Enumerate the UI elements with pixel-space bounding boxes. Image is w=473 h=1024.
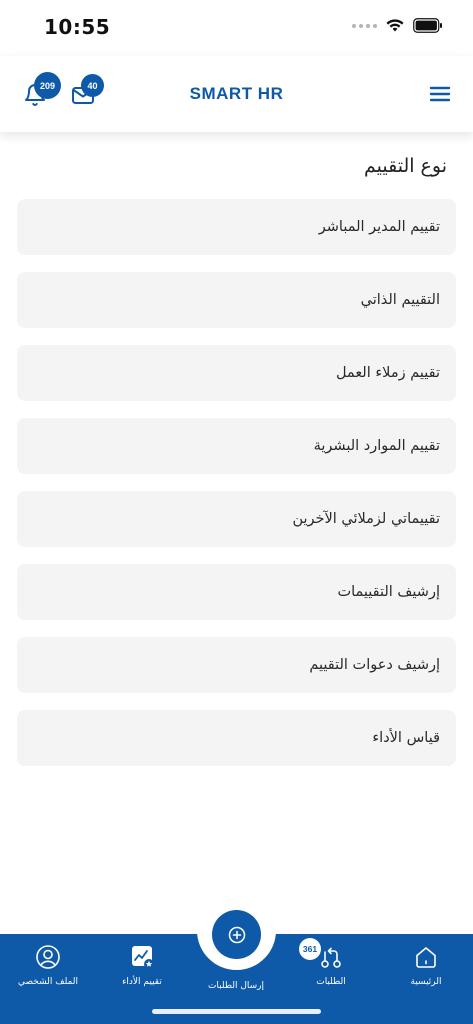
evaluation-type-my-evaluations-of-others[interactable]: تقييماتي لزملائي الآخرين [17, 491, 456, 547]
nav-home[interactable]: الرئيسية [381, 943, 471, 987]
page-title: نوع التقييم [363, 155, 447, 177]
app-title: SMART HR [189, 84, 284, 103]
plus-circle-icon [228, 926, 245, 943]
battery-icon [413, 18, 442, 33]
evaluation-type-performance-measurement[interactable]: قياس الأداء [17, 710, 456, 766]
signal-dots-icon [352, 23, 377, 28]
home-icon [416, 947, 436, 968]
evaluation-type-direct-manager[interactable]: تقييم المدير المباشر [17, 199, 456, 255]
evaluation-type-self[interactable]: التقييم الذاتي [17, 272, 456, 328]
git-compare-icon [321, 947, 341, 968]
evaluation-type-hr[interactable]: تقييم الموارد البشرية [17, 418, 456, 474]
status-time: 10:55 [44, 15, 111, 39]
home-indicator [152, 1009, 321, 1014]
list-item-label: التقييم الذاتي [360, 292, 440, 308]
evaluation-type-list: تقييم المدير المباشر التقييم الذاتي تقيي… [17, 199, 456, 783]
list-item-label: قياس الأداء [372, 730, 440, 746]
nav-performance-evaluation[interactable]: تقييم الأداء [97, 943, 187, 987]
nav-profile-label: الملف الشخصي [18, 977, 78, 987]
evaluation-type-archive[interactable]: إرشيف التقييمات [17, 564, 456, 620]
wifi-icon [386, 19, 404, 32]
list-item-label: إرشيف التقييمات [337, 584, 440, 600]
nav-send-requests[interactable]: إرسال الطلبات [191, 975, 281, 991]
nav-requests[interactable]: 361 الطلبات [286, 938, 376, 987]
list-item-label: تقييم المدير المباشر [318, 219, 440, 235]
user-circle-icon [36, 945, 60, 969]
send-request-button[interactable] [212, 910, 261, 959]
nav-send-label: إرسال الطلبات [207, 981, 265, 991]
nav-performance-label: تقييم الأداء [122, 977, 162, 987]
app-header: 209 40 SMART HR [0, 56, 473, 132]
performance-chart-icon [132, 946, 154, 969]
evaluation-type-colleagues[interactable]: تقييم زملاء العمل [17, 345, 456, 401]
list-item-label: تقييم زملاء العمل [335, 365, 440, 381]
status-bar: 10:55 [0, 0, 473, 56]
list-item-label: تقييم الموارد البشرية [313, 438, 440, 454]
requests-badge: 361 [299, 938, 321, 960]
status-icons [352, 18, 443, 33]
list-item-label: تقييماتي لزملائي الآخرين [292, 511, 440, 527]
list-item-label: إرشيف دعوات التقييم [309, 657, 440, 673]
hamburger-menu-icon[interactable] [428, 82, 452, 106]
nav-profile[interactable]: الملف الشخصي [3, 943, 93, 987]
nav-home-label: الرئيسية [410, 977, 442, 987]
evaluation-type-invitations-archive[interactable]: إرشيف دعوات التقييم [17, 637, 456, 693]
nav-requests-label: الطلبات [316, 977, 346, 987]
